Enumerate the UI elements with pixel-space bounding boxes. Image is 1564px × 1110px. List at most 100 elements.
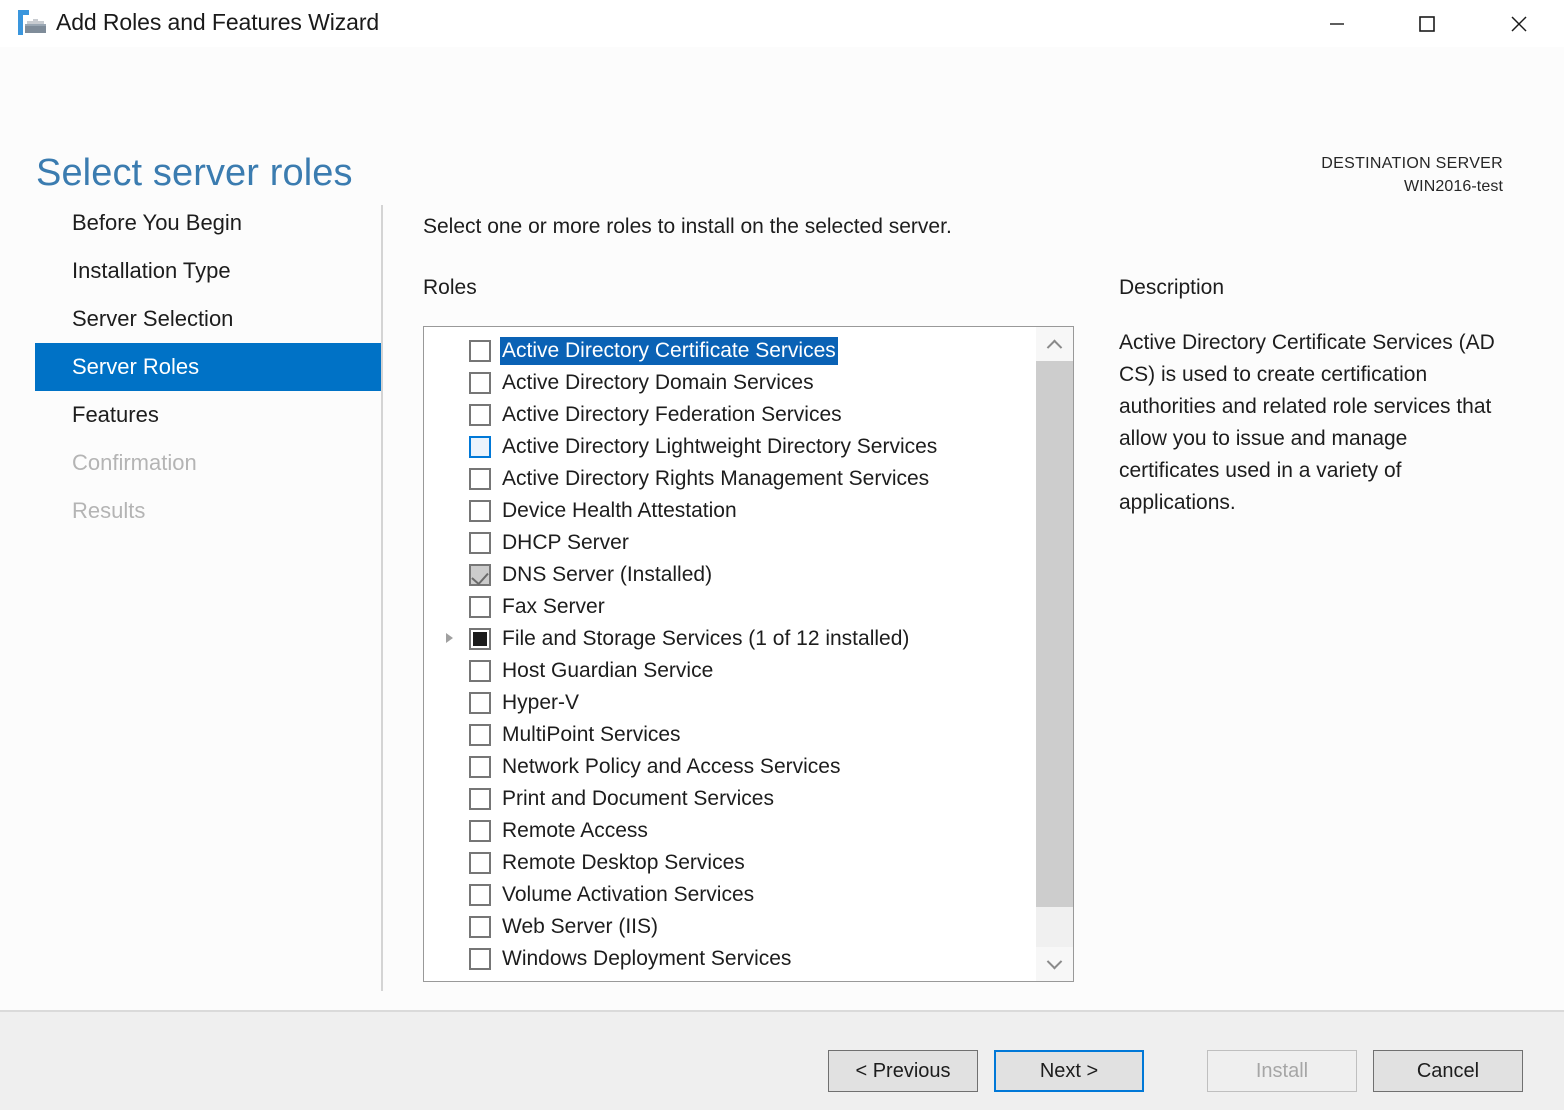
header-band: Select server roles DESTINATION SERVER W… xyxy=(0,47,1564,199)
role-checkbox[interactable] xyxy=(469,340,491,362)
sidebar-item-installation-type[interactable]: Installation Type xyxy=(0,247,381,295)
role-label: Active Directory Lightweight Directory S… xyxy=(502,435,938,458)
scrollbar-thumb[interactable] xyxy=(1036,361,1073,907)
next-button[interactable]: Next > xyxy=(994,1050,1144,1092)
roles-scrollbar[interactable] xyxy=(1036,327,1073,981)
description-text: Active Directory Certificate Services (A… xyxy=(1119,331,1495,514)
role-row[interactable]: Device Health Attestation xyxy=(424,495,1036,527)
role-row[interactable]: File and Storage Services (1 of 12 insta… xyxy=(424,623,1036,655)
role-checkbox[interactable] xyxy=(469,820,491,842)
sidebar-item-server-selection[interactable]: Server Selection xyxy=(0,295,381,343)
sidebar-item-label: Results xyxy=(72,498,146,523)
sidebar-item-label: Confirmation xyxy=(72,450,197,475)
role-checkbox[interactable] xyxy=(469,660,491,682)
install-button: Install xyxy=(1207,1050,1357,1092)
role-label: Remote Access xyxy=(502,819,648,842)
body-area: Before You Begin Installation Type Server … xyxy=(0,199,1564,1010)
role-label: DHCP Server xyxy=(502,531,629,554)
role-row[interactable]: DHCP Server xyxy=(424,527,1036,559)
role-label: Print and Document Services xyxy=(502,787,774,810)
role-checkbox[interactable] xyxy=(469,500,491,522)
sidebar-item-confirmation: Confirmation xyxy=(0,439,381,487)
role-label: DNS Server (Installed) xyxy=(502,563,713,586)
chevron-up-icon xyxy=(1046,339,1063,355)
maximize-button[interactable] xyxy=(1396,0,1458,47)
role-row[interactable]: Active Directory Rights Management Servi… xyxy=(424,463,1036,495)
role-label: Device Health Attestation xyxy=(502,499,737,522)
role-label: Windows Deployment Services xyxy=(502,947,792,970)
role-checkbox[interactable] xyxy=(469,372,491,394)
role-checkbox[interactable] xyxy=(469,852,491,874)
close-button[interactable] xyxy=(1488,0,1550,47)
role-checkbox xyxy=(469,564,491,586)
role-checkbox[interactable] xyxy=(469,436,491,458)
role-row[interactable]: Remote Access xyxy=(424,815,1036,847)
page-title: Select server roles xyxy=(36,152,353,194)
title-bar: Add Roles and Features Wizard xyxy=(0,0,1564,47)
role-row[interactable]: Windows Deployment Services xyxy=(424,943,1036,975)
role-label: MultiPoint Services xyxy=(502,723,681,746)
role-checkbox[interactable] xyxy=(469,756,491,778)
role-row[interactable]: Active Directory Federation Services xyxy=(424,399,1036,431)
expand-triangle-icon[interactable] xyxy=(446,633,453,643)
instruction-text: Select one or more roles to install on t… xyxy=(423,215,952,238)
role-checkbox[interactable] xyxy=(469,884,491,906)
sidebar-item-before-you-begin[interactable]: Before You Begin xyxy=(0,199,381,247)
destination-server-block: DESTINATION SERVER WIN2016-test xyxy=(1321,152,1503,198)
role-row[interactable]: Host Guardian Service xyxy=(424,655,1036,687)
role-label: Active Directory Domain Services xyxy=(502,371,814,394)
cancel-button[interactable]: Cancel xyxy=(1373,1050,1523,1092)
role-checkbox[interactable] xyxy=(469,788,491,810)
window-title: Add Roles and Features Wizard xyxy=(56,9,380,35)
role-label: Hyper-V xyxy=(502,691,580,714)
roles-listbox[interactable]: Active Directory Certificate Services Act… xyxy=(423,326,1074,982)
scrollbar-track[interactable] xyxy=(1036,361,1073,947)
role-checkbox[interactable] xyxy=(469,916,491,938)
role-row[interactable]: MultiPoint Services xyxy=(424,719,1036,751)
role-row[interactable]: DNS Server (Installed) xyxy=(424,559,1036,591)
roles-section-label: Roles xyxy=(423,276,477,299)
sidebar-divider xyxy=(381,205,383,991)
role-label: File and Storage Services (1 of 12 insta… xyxy=(502,627,910,650)
destination-server-label: DESTINATION SERVER xyxy=(1321,155,1503,172)
minimize-button[interactable] xyxy=(1306,0,1368,47)
role-checkbox[interactable] xyxy=(469,948,491,970)
role-row[interactable]: Volume Activation Services xyxy=(424,879,1036,911)
role-row[interactable]: Fax Server xyxy=(424,591,1036,623)
role-label: Fax Server xyxy=(502,595,605,618)
role-row[interactable]: Active Directory Lightweight Directory S… xyxy=(424,431,1036,463)
role-label: Volume Activation Services xyxy=(502,883,755,906)
role-row[interactable]: Active Directory Domain Services xyxy=(424,367,1036,399)
role-checkbox[interactable] xyxy=(469,724,491,746)
role-label: Network Policy and Access Services xyxy=(502,755,841,778)
sidebar-item-server-roles[interactable]: Server Roles xyxy=(35,343,381,391)
footer-bar: < Previous Next > Install Cancel xyxy=(0,1010,1564,1110)
role-checkbox[interactable] xyxy=(469,692,491,714)
previous-button[interactable]: < Previous xyxy=(828,1050,978,1092)
sidebar-item-label: Before You Begin xyxy=(72,210,243,235)
role-checkbox[interactable] xyxy=(469,628,491,650)
role-label: Active Directory Federation Services xyxy=(502,403,842,426)
role-row[interactable]: Network Policy and Access Services xyxy=(424,751,1036,783)
minimize-icon xyxy=(1330,22,1344,25)
sidebar-item-features[interactable]: Features xyxy=(0,391,381,439)
role-row[interactable]: Print and Document Services xyxy=(424,783,1036,815)
role-checkbox[interactable] xyxy=(469,468,491,490)
wizard-step-nav: Before You Begin Installation Type Server … xyxy=(0,199,381,535)
wizard-toolbox-icon xyxy=(17,8,47,38)
scroll-up-button[interactable] xyxy=(1036,327,1073,361)
role-checkbox[interactable] xyxy=(469,596,491,618)
sidebar-item-results: Results xyxy=(0,487,381,535)
close-icon xyxy=(1511,15,1527,32)
role-row[interactable]: Web Server (IIS) xyxy=(424,911,1036,943)
roles-list: Active Directory Certificate Services Act… xyxy=(424,327,1036,981)
role-row[interactable]: Hyper-V xyxy=(424,687,1036,719)
role-label: Remote Desktop Services xyxy=(502,851,745,874)
role-row[interactable]: Active Directory Certificate Services xyxy=(424,335,1036,367)
role-label: Active Directory Rights Management Servi… xyxy=(502,467,930,490)
wizard-window: Add Roles and Features Wizard Select ser… xyxy=(0,0,1564,1110)
role-checkbox[interactable] xyxy=(469,404,491,426)
role-row[interactable]: Remote Desktop Services xyxy=(424,847,1036,879)
role-checkbox[interactable] xyxy=(469,532,491,554)
scroll-down-button[interactable] xyxy=(1036,947,1073,981)
